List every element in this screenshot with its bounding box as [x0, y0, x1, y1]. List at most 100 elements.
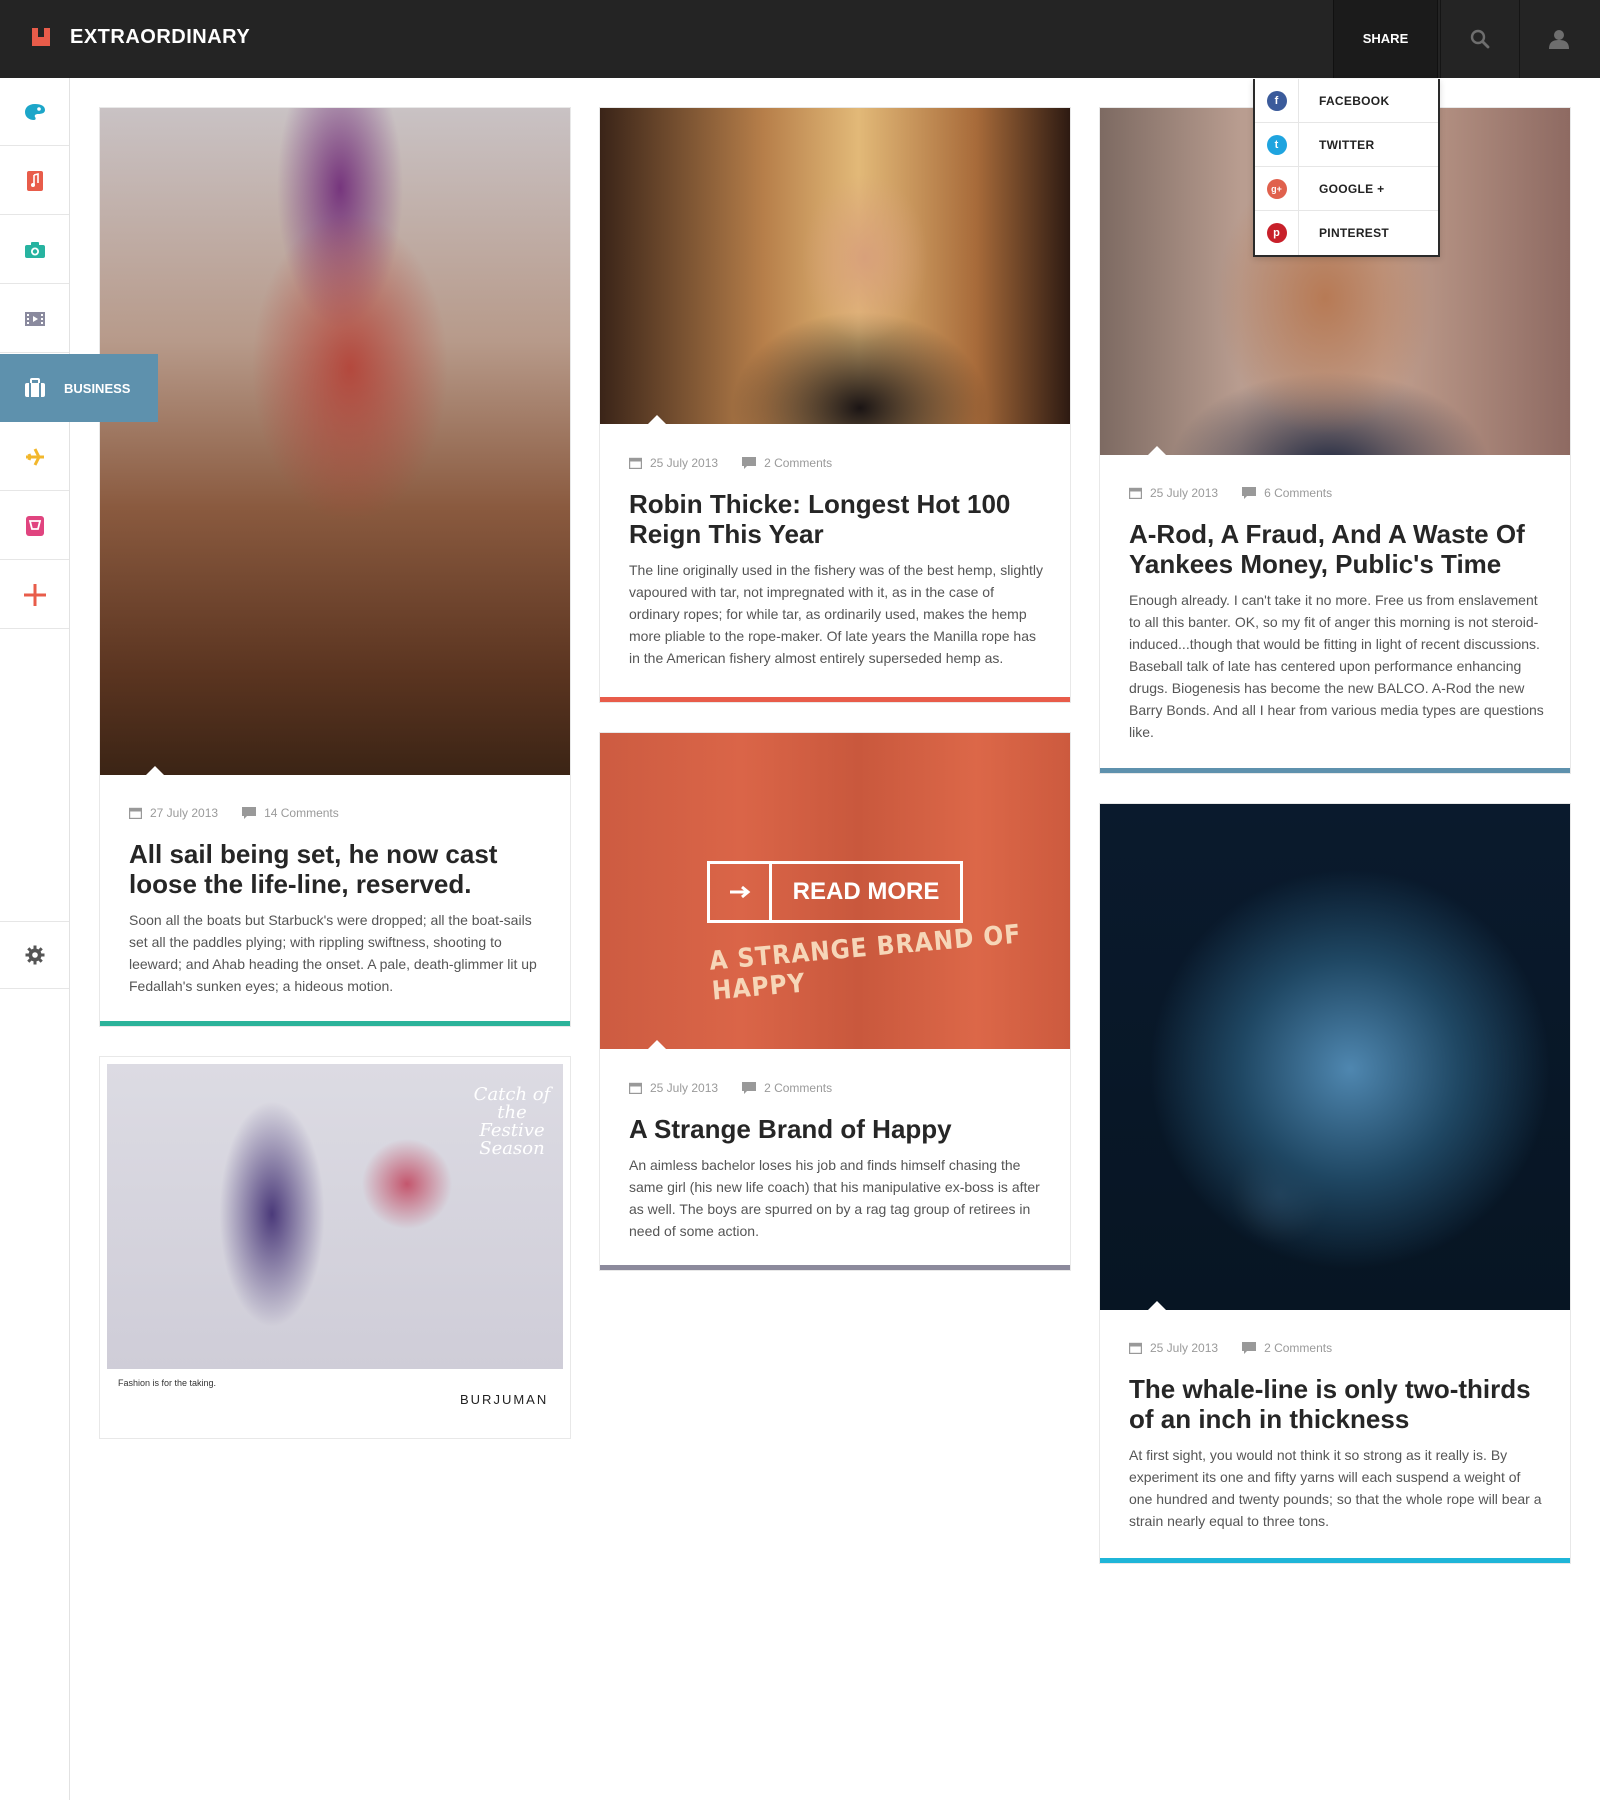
pinterest-icon: p: [1266, 223, 1287, 243]
search-icon: [1470, 29, 1489, 49]
post-comments[interactable]: 6 Comments: [1264, 486, 1332, 500]
comment-icon: [1242, 1342, 1257, 1354]
sidebar-item-photo[interactable]: [0, 216, 69, 284]
post-excerpt: An aimless bachelor loses his job and fi…: [629, 1157, 1040, 1239]
sidebar-item-art[interactable]: [0, 78, 69, 146]
post-title[interactable]: All sail being set, he now cast loose th…: [129, 839, 549, 899]
post-image-sign-text: A STRANGE BRAND OF HAPPY: [708, 919, 1023, 1007]
read-more-label: READ MORE: [792, 878, 940, 905]
palette-icon: [24, 103, 45, 120]
google-plus-icon: g+: [1266, 178, 1287, 199]
post-title[interactable]: Robin Thicke: Longest Hot 100 Reign This…: [629, 489, 1049, 549]
post-image-planet[interactable]: [1100, 804, 1570, 1310]
post-date: 25 July 2013: [650, 456, 719, 470]
post-meta: 27 July 2013 14 Comments: [129, 806, 339, 820]
calendar-icon: [129, 807, 142, 819]
post-comments[interactable]: 2 Comments: [1264, 1341, 1332, 1355]
post-meta: 25 July 2013 2 Comments: [629, 456, 832, 470]
ad-caption: Fashion is for the taking.: [118, 1378, 217, 1388]
calendar-icon: [1129, 487, 1142, 499]
share-facebook[interactable]: f FACEBOOK: [1255, 78, 1438, 123]
sidebar-item-shop[interactable]: [0, 492, 69, 560]
share-facebook-icon-cell: f: [1255, 78, 1299, 123]
ad-script-title: Catch of the Festive Season: [473, 1084, 551, 1159]
post-comments[interactable]: 14 Comments: [264, 806, 339, 820]
post-comments[interactable]: 2 Comments: [764, 456, 832, 470]
image-notch: [1147, 446, 1167, 455]
ad-brand-logo: BURJUMAN: [460, 1392, 549, 1407]
sidebar-item-travel[interactable]: [0, 423, 69, 491]
image-notch: [647, 415, 667, 424]
shopping-bag-icon: [25, 515, 44, 536]
post-accent-bar: [1100, 768, 1570, 773]
post-meta: 25 July 2013 6 Comments: [1129, 486, 1332, 500]
image-notch: [647, 1040, 667, 1049]
comment-icon: [742, 1082, 757, 1094]
comment-icon: [1242, 487, 1257, 499]
post-title[interactable]: A-Rod, A Fraud, And A Waste Of Yankees M…: [1129, 519, 1549, 579]
comment-icon: [742, 457, 757, 469]
gear-icon: [25, 945, 44, 965]
post-meta: 25 July 2013 2 Comments: [629, 1081, 832, 1095]
post-date: 27 July 2013: [150, 806, 219, 820]
sidebar-item-settings[interactable]: [0, 921, 69, 989]
share-twitter[interactable]: t TWITTER: [1255, 122, 1438, 167]
user-button[interactable]: [1519, 0, 1597, 78]
post-card-robin[interactable]: 25 July 2013 2 Comments Robin Thicke: Lo…: [600, 108, 1070, 702]
share-google-icon-cell: g+: [1255, 166, 1299, 211]
post-image-shoe[interactable]: [100, 108, 570, 775]
post-title[interactable]: A Strange Brand of Happy: [629, 1114, 1049, 1144]
post-comments[interactable]: 2 Comments: [764, 1081, 832, 1095]
share-google-label: GOOGLE +: [1319, 181, 1385, 196]
image-notch: [145, 766, 165, 775]
arrow-right-icon: [710, 864, 772, 920]
sidebar-item-business[interactable]: BUSINESS: [0, 354, 158, 422]
brand-logo-icon[interactable]: [32, 28, 50, 46]
image-notch: [1147, 1301, 1167, 1310]
search-button[interactable]: [1440, 0, 1518, 78]
post-image-robin[interactable]: [600, 108, 1070, 424]
calendar-icon: [629, 457, 642, 469]
sidebar-item-video[interactable]: [0, 285, 69, 353]
ad-image-fashion[interactable]: Catch of the Festive Season: [107, 1064, 563, 1369]
share-menu: f FACEBOOK t TWITTER g+ GOOGLE + p PINTE…: [1253, 78, 1440, 257]
share-button[interactable]: SHARE: [1333, 0, 1438, 78]
post-card-planet[interactable]: 25 July 2013 2 Comments The whale-line i…: [1100, 804, 1570, 1563]
sidebar-item-business-label: BUSINESS: [64, 380, 131, 396]
share-twitter-label: TWITTER: [1319, 137, 1375, 152]
calendar-icon: [1129, 1342, 1142, 1354]
post-accent-bar: [100, 1021, 570, 1026]
post-accent-bar: [600, 1265, 1070, 1270]
post-meta: 25 July 2013 2 Comments: [1129, 1341, 1332, 1355]
calendar-icon: [629, 1082, 642, 1094]
post-accent-bar: [600, 697, 1070, 702]
airplane-icon: [25, 447, 44, 466]
comment-icon: [242, 807, 257, 819]
briefcase-icon: [25, 378, 45, 397]
share-google-plus[interactable]: g+ GOOGLE +: [1255, 166, 1438, 211]
share-facebook-label: FACEBOOK: [1319, 93, 1390, 108]
post-image-happy[interactable]: A STRANGE BRAND OF HAPPY READ MORE: [600, 733, 1070, 1049]
ad-card-fashion[interactable]: Catch of the Festive Season Fashion is f…: [100, 1057, 570, 1438]
post-date: 25 July 2013: [650, 1081, 719, 1095]
post-excerpt: Soon all the boats but Starbuck's were d…: [129, 912, 537, 994]
post-card-happy[interactable]: A STRANGE BRAND OF HAPPY READ MORE 25 Ju…: [600, 733, 1070, 1270]
share-pinterest-icon-cell: p: [1255, 211, 1299, 255]
sidebar-item-music[interactable]: [0, 147, 69, 215]
post-date: 25 July 2013: [1150, 1341, 1219, 1355]
post-accent-bar: [1100, 1558, 1570, 1563]
post-date: 25 July 2013: [1150, 486, 1219, 500]
top-bar: EXTRAORDINARY SHARE: [0, 0, 1600, 78]
share-pinterest[interactable]: p PINTEREST: [1255, 211, 1438, 255]
post-card-shoe[interactable]: 27 July 2013 14 Comments All sail being …: [100, 108, 570, 1026]
post-title[interactable]: The whale-line is only two-thirds of an …: [1129, 1374, 1549, 1434]
read-more-button[interactable]: READ MORE: [707, 861, 963, 923]
sidebar: BUSINESS: [0, 78, 158, 1800]
post-excerpt: The line originally used in the fishery …: [629, 562, 1043, 666]
twitter-icon: t: [1266, 134, 1287, 155]
brand-name[interactable]: EXTRAORDINARY: [70, 26, 250, 49]
plus-icon: [23, 583, 46, 606]
music-icon: [26, 170, 43, 191]
sidebar-item-add[interactable]: [0, 561, 69, 629]
post-excerpt: At first sight, you would not think it s…: [1129, 1447, 1542, 1529]
